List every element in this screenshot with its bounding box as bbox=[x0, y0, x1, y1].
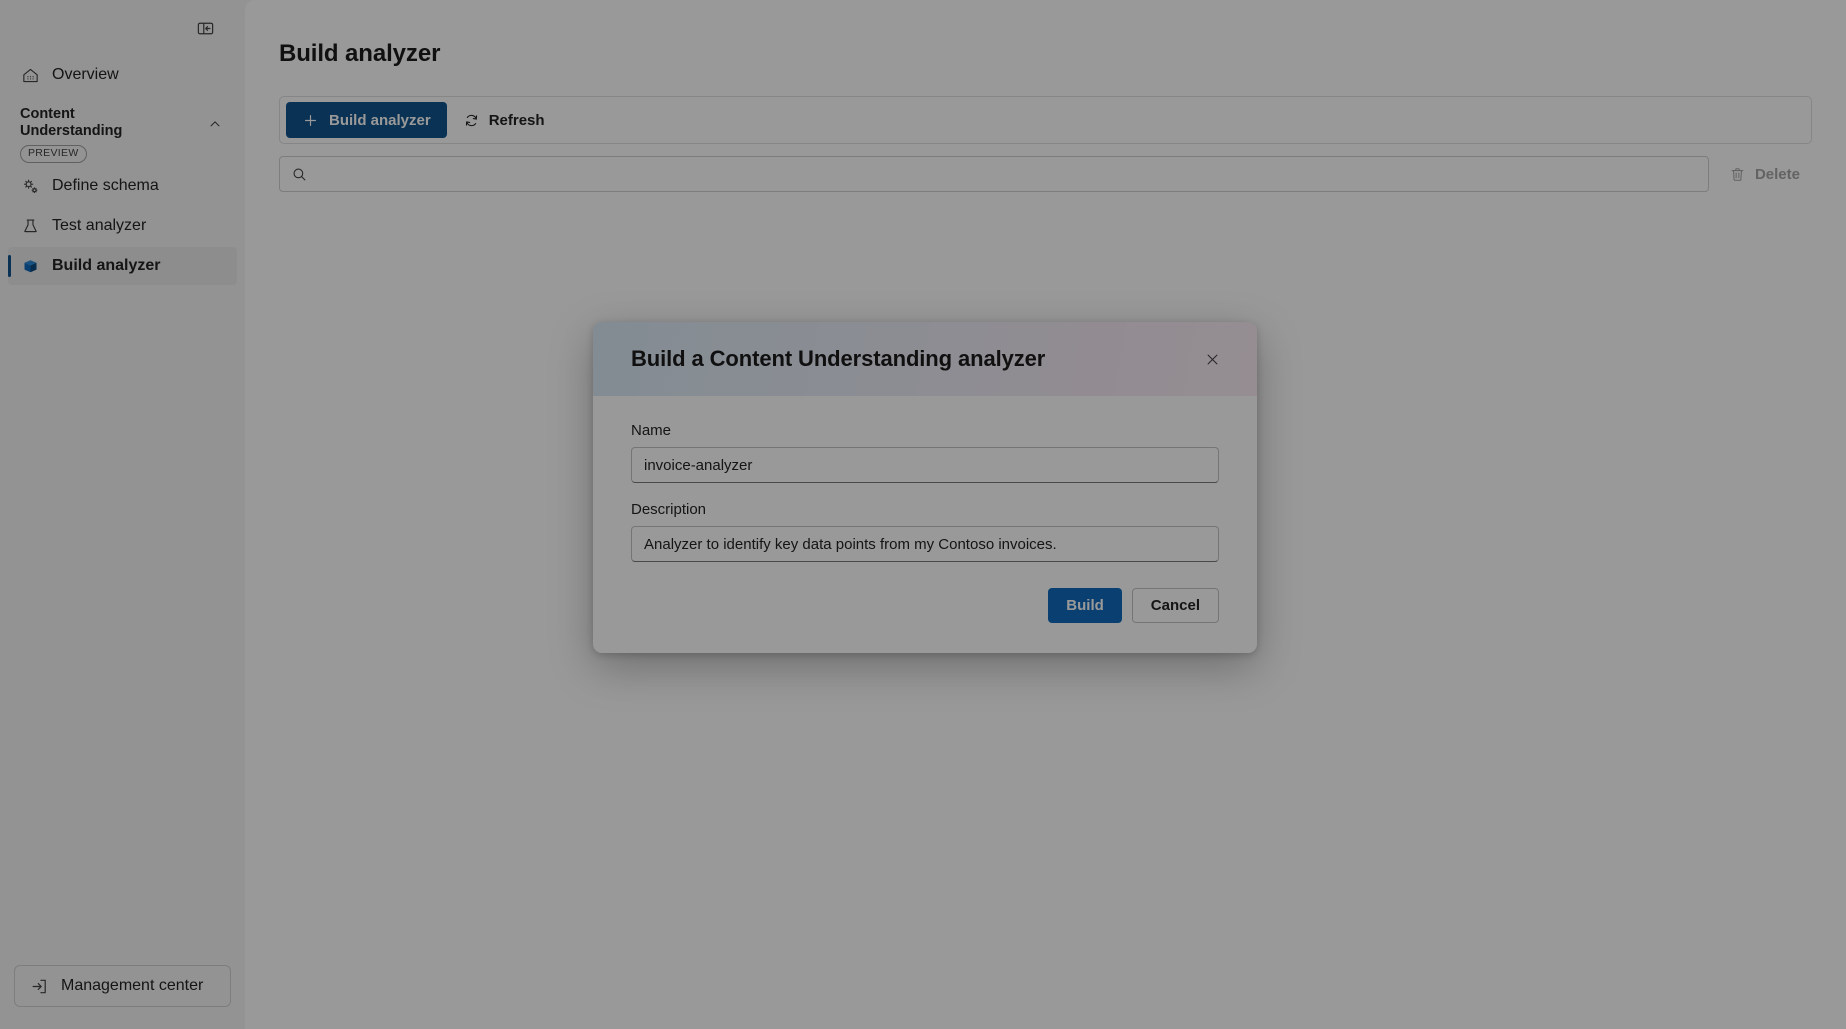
app-root: Overview Content Understanding PREVIEW D… bbox=[0, 0, 1846, 1029]
modal-overlay[interactable] bbox=[0, 0, 1846, 1029]
